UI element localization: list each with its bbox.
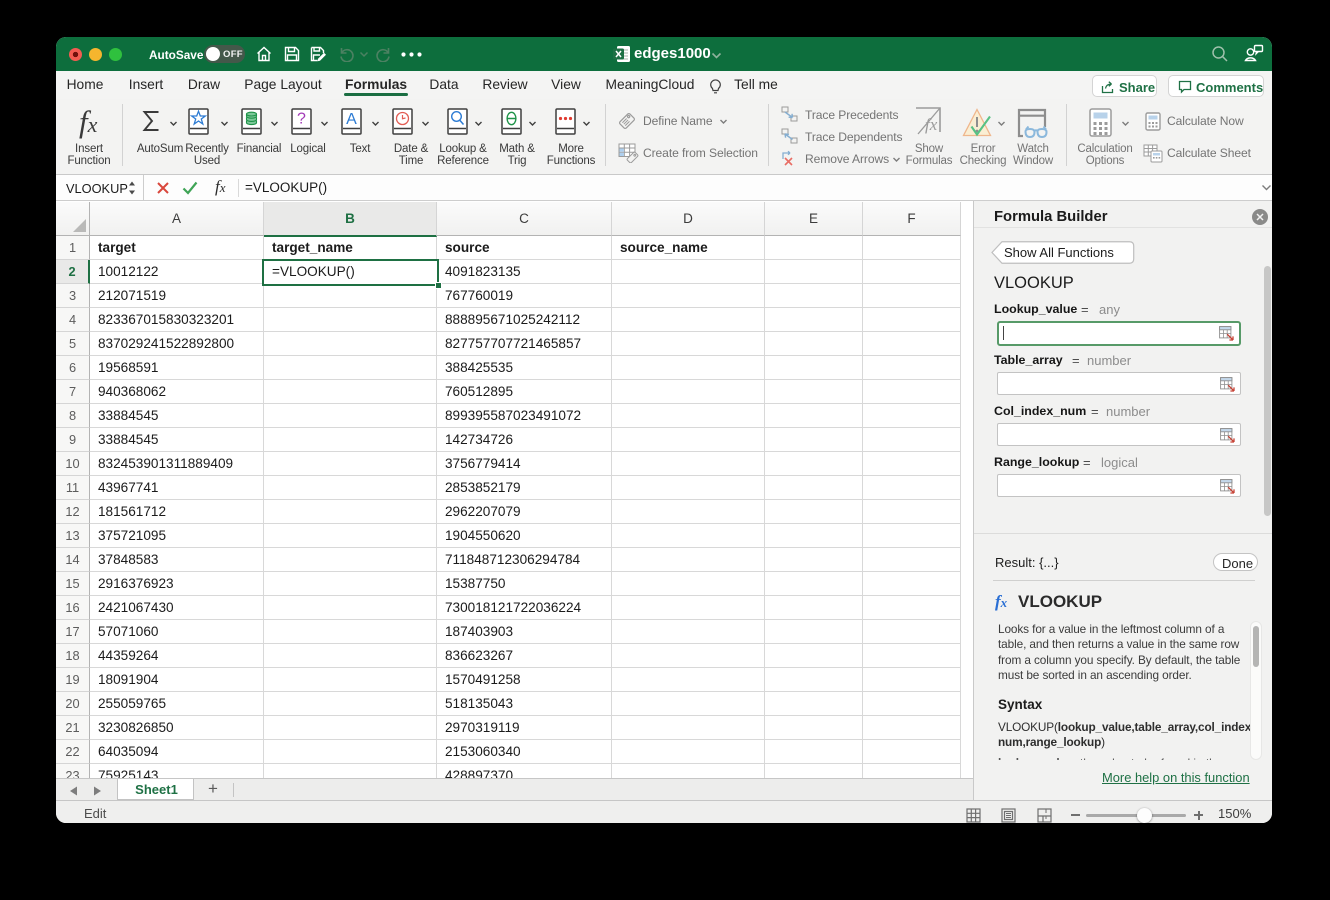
svg-text:A: A bbox=[346, 111, 357, 128]
svg-text:?: ? bbox=[297, 111, 306, 128]
svg-text:fx: fx bbox=[925, 115, 938, 134]
